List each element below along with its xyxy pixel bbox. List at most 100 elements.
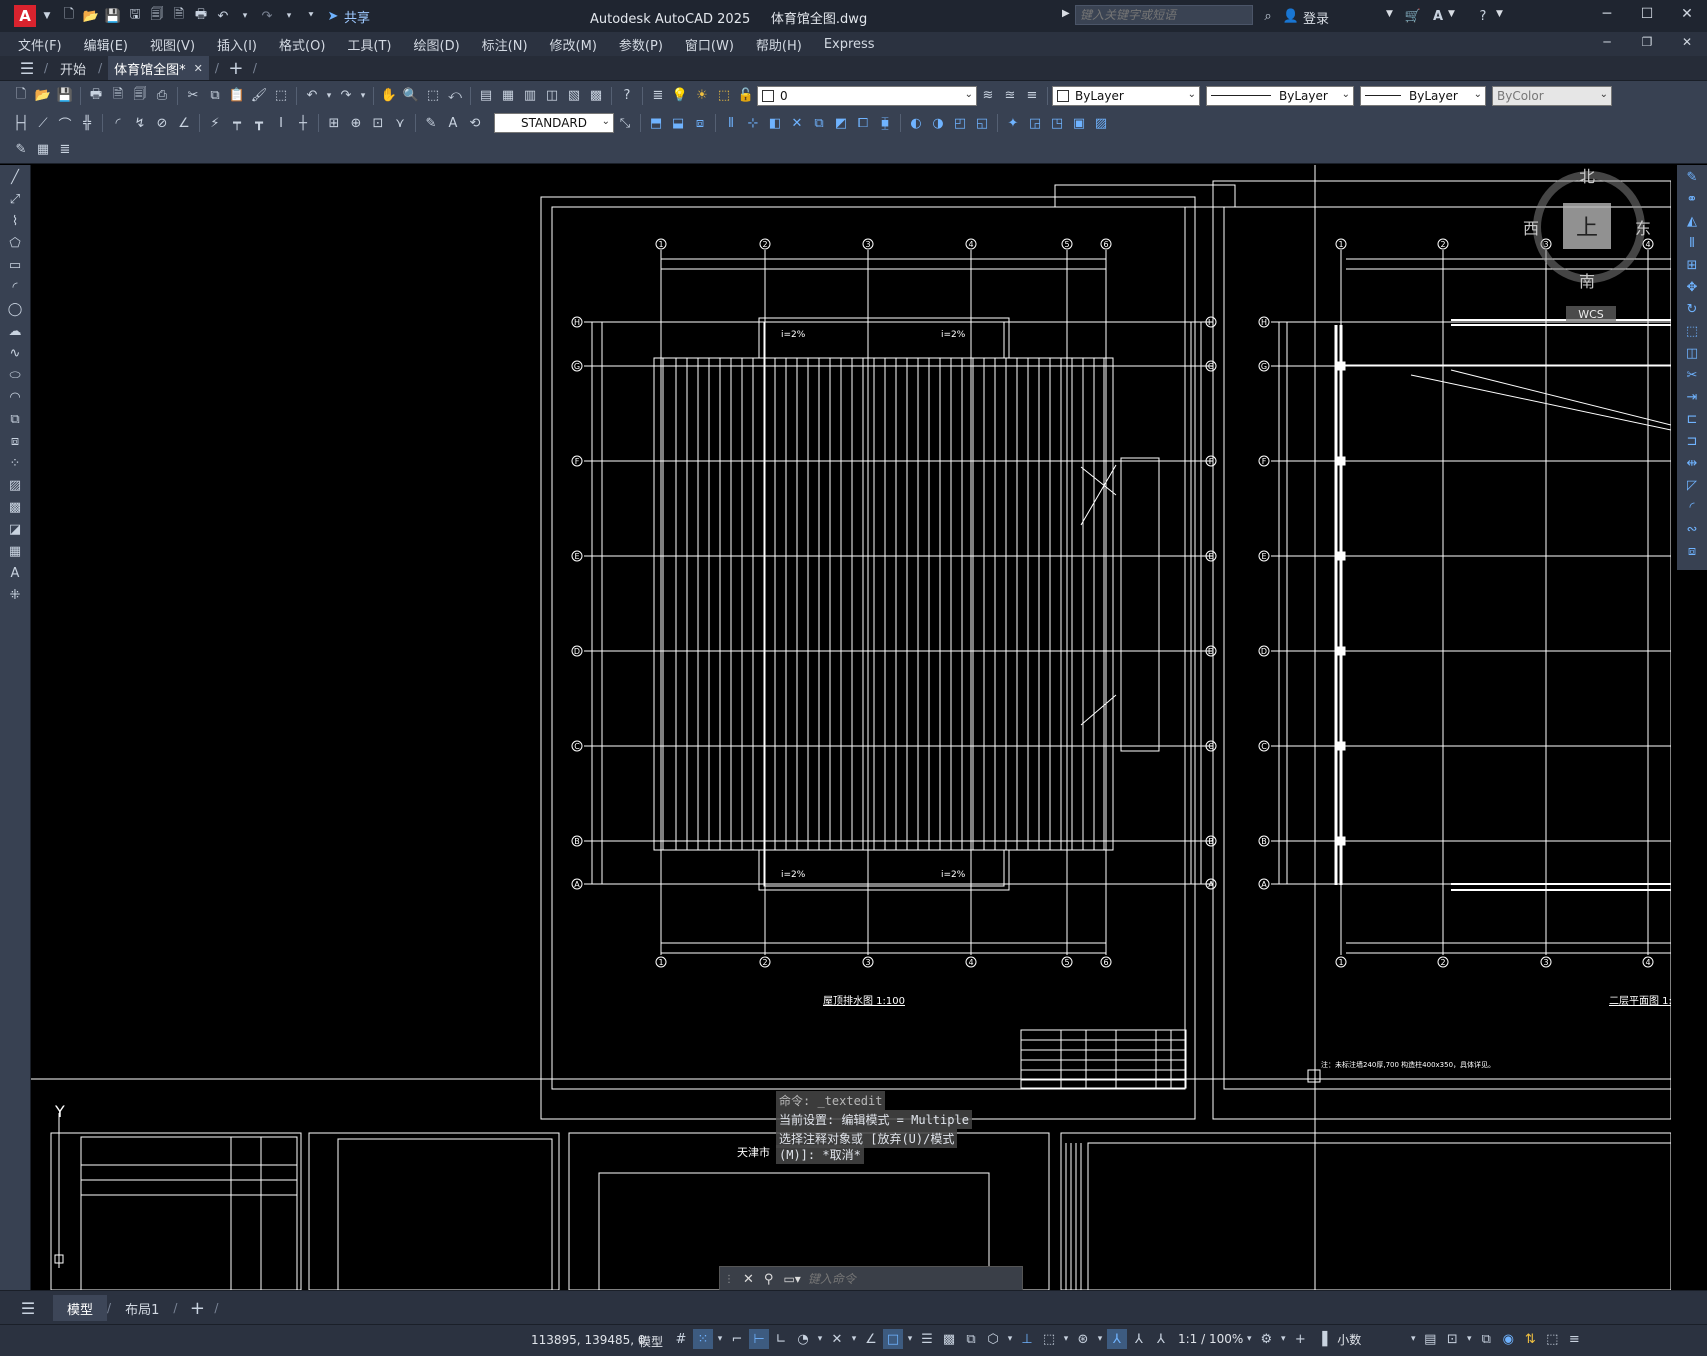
break-at-point-icon[interactable]: ⊏ [1682,409,1702,429]
break-right-icon[interactable]: ⊐ [1682,431,1702,451]
stretch-icon[interactable]: ◩ [831,113,851,133]
make-current-layer-icon[interactable]: ≋ [978,86,998,106]
fillet-icon[interactable]: ◱ [972,113,992,133]
menu-help[interactable]: 帮助(H) [745,35,813,54]
dynamic-input-icon[interactable]: ⊢ [749,1329,769,1349]
move-icon[interactable]: ◧ [765,113,785,133]
point-tool-icon[interactable]: ⁘ [5,453,25,473]
layer-state-icon[interactable]: ≡ [1022,86,1042,106]
offset-icon[interactable]: ⫴ [721,113,741,133]
explode-right-icon[interactable]: ⧈ [1682,541,1702,561]
customize-status-icon[interactable]: ≡ [1564,1329,1584,1349]
gizmo-icon[interactable]: ⊛ [1073,1329,1093,1349]
menu-edit[interactable]: 编辑(E) [73,35,139,54]
tab-active-drawing[interactable]: 体育馆全图* ✕ [108,56,209,80]
layer-thaw-sun-icon[interactable]: ☀ [692,86,712,106]
command-grip-icon[interactable]: ⋮ [724,1274,734,1285]
publish-icon[interactable]: 🗐 [130,86,150,106]
insert-block-icon[interactable]: ⧉ [5,409,25,429]
clean-screen-icon[interactable]: ⇅ [1520,1329,1540,1349]
menu-window[interactable]: 窗口(W) [674,35,745,54]
isometric-icon[interactable]: ✕ [827,1329,847,1349]
plot-icon[interactable]: 🗎 [169,6,189,26]
sign-in-button[interactable]: 登录 [1303,8,1329,27]
model-space-toggle[interactable]: 模型 [639,1333,663,1350]
hatch-tool-icon[interactable]: ▨ [5,475,25,495]
ellipse-arc-icon[interactable]: ◠ [5,387,25,407]
jogged-linear-icon[interactable]: ⋎ [390,113,410,133]
save-as-icon[interactable]: 🖫 [125,6,145,26]
sign-in-dropdown-icon[interactable]: ▼ [1386,9,1393,19]
lineweight-combo[interactable]: ByLayer ⌄ [1360,85,1486,106]
dimension-style-combo[interactable]: STANDARD ⌄ [494,113,614,133]
help-search-input[interactable] [1075,5,1253,25]
zoom-window-icon[interactable]: ⬚ [423,86,443,106]
continue-dimension-icon[interactable]: ┳ [249,113,269,133]
units-icon[interactable]: ▐ [1312,1329,1332,1349]
redo-toolbar-icon[interactable]: ↷ [336,86,356,106]
doc-minimize-button[interactable]: ─ [1587,35,1627,49]
dimension-break-icon[interactable]: ┼ [293,113,313,133]
edit-polyline-icon[interactable]: ◲ [1025,113,1045,133]
pan-icon[interactable]: ✋ [379,86,399,106]
new-file-icon[interactable]: 🗋 [59,6,79,26]
fillet-right-icon[interactable]: ◜ [1682,497,1702,517]
apps-dropdown-icon[interactable]: ▼ [1448,9,1455,19]
undo-toolbar-icon[interactable]: ↶ [302,86,322,106]
3d-osnap-icon[interactable]: ⬡ [983,1329,1003,1349]
layer-viewport-freeze-icon[interactable]: ⬚ [714,86,734,106]
open-file-icon[interactable]: 📂 [81,6,101,26]
menu-tools[interactable]: 工具(T) [336,35,402,54]
insert-table-icon[interactable]: ▦ [33,140,53,160]
undo-toolbar-dropdown-icon[interactable]: ▾ [324,86,334,106]
angular-dimension-icon[interactable]: ∠ [174,113,194,133]
menu-format[interactable]: 格式(O) [268,35,336,54]
object-snap-icon[interactable]: □ [883,1329,903,1349]
dimension-space-icon[interactable]: Ⅰ [271,113,291,133]
edit-hatch-icon[interactable]: ▨ [1091,113,1111,133]
polyline-tool-icon[interactable]: ⌇ [5,211,25,231]
break-icon[interactable]: ◐ [906,113,926,133]
trim-icon[interactable]: ⧠ [853,113,873,133]
snap-dropdown-icon[interactable]: ▾ [715,1329,725,1349]
units-dropdown-icon[interactable]: ▾ [1408,1329,1418,1349]
chamfer-icon[interactable]: ◰ [950,113,970,133]
tool-palettes-icon[interactable]: ▥ [520,86,540,106]
dimension-update-icon[interactable]: ⟲ [465,113,485,133]
baseline-dimension-icon[interactable]: ┯ [227,113,247,133]
scale-dropdown-icon[interactable]: ▾ [1244,1329,1254,1349]
maximize-button[interactable]: ☐ [1627,6,1667,22]
ordinate-dimension-icon[interactable]: ╬ [77,113,97,133]
zoom-realtime-icon[interactable]: 🔍 [401,86,421,106]
command-input[interactable] [805,1268,1022,1290]
add-selected-icon[interactable]: ⁜ [5,585,25,605]
mirror-right-icon[interactable]: ◭ [1682,211,1702,231]
annotation-scale-value[interactable]: 1:1 / 100% [1178,1332,1243,1346]
center-mark-icon[interactable]: ⊕ [346,113,366,133]
gizmo-dropdown-icon[interactable]: ▾ [1095,1329,1105,1349]
minimize-button[interactable]: ─ [1587,6,1627,22]
circle-tool-icon[interactable]: ◯ [5,299,25,319]
tab-start[interactable]: 开始 [54,59,92,78]
isolate-objects-icon[interactable]: ⧉ [1476,1329,1496,1349]
help-dropdown-icon[interactable]: ▼ [1496,9,1503,19]
lock-ui-dropdown-icon[interactable]: ▾ [1464,1329,1474,1349]
osnap-dropdown-icon[interactable]: ▾ [905,1329,915,1349]
markup-icon[interactable]: ▧ [564,86,584,106]
redo-toolbar-dropdown-icon[interactable]: ▾ [358,86,368,106]
rotate-icon[interactable]: ✕ [787,113,807,133]
viewcube-south[interactable]: 南 [1579,272,1595,291]
dimension-edit-icon[interactable]: ✎ [421,113,441,133]
units-value[interactable]: 小数 [1337,1331,1407,1348]
qnew-icon[interactable]: 🗋 [11,86,31,106]
chamfer-right-icon[interactable]: ◸ [1682,475,1702,495]
menu-parametric[interactable]: 参数(P) [608,35,674,54]
plot-preview-icon[interactable]: 🗎 [108,86,128,106]
app-menu-chevron-icon[interactable]: ▼ [37,6,57,26]
make-block-icon[interactable]: ⧈ [5,431,25,451]
draworder-icon[interactable]: ▣ [1069,113,1089,133]
menu-express[interactable]: Express [813,37,886,52]
dimension-text-edit-icon[interactable]: A [443,113,463,133]
new-layout-icon[interactable]: + [187,1298,207,1319]
trim-right-icon[interactable]: ✂ [1682,365,1702,385]
